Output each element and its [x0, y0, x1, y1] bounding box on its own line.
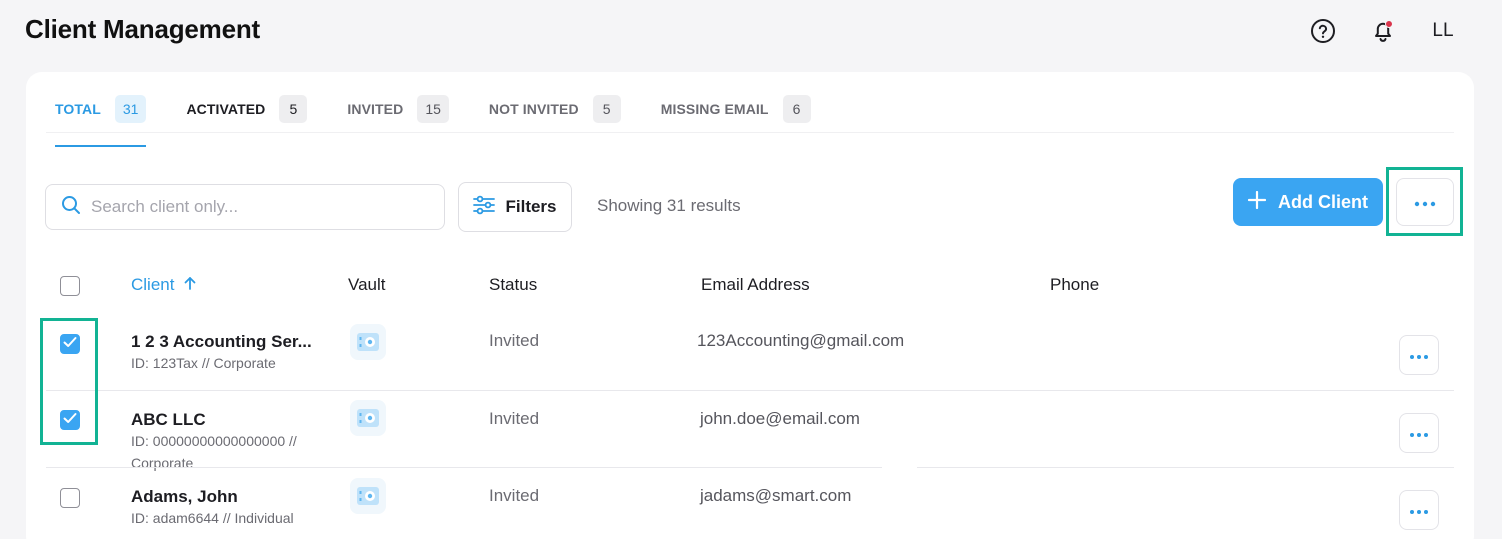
client-id: ID: 123Tax // Corporate — [131, 355, 276, 371]
row-divider — [46, 467, 882, 468]
select-all-checkbox[interactable] — [60, 276, 80, 296]
client-status: Invited — [489, 331, 540, 350]
tab-count: 5 — [592, 95, 621, 123]
tab-missing-email[interactable]: MISSING EMAIL 6 — [661, 87, 851, 131]
results-count: Showing 31 results — [597, 196, 741, 215]
check-icon — [63, 411, 77, 429]
column-header-email: Email Address — [701, 275, 810, 294]
tabs-divider — [46, 132, 1454, 133]
client-card: TOTAL 31 ACTIVATED 5 INVITED 15 NOT INVI… — [26, 72, 1474, 539]
client-email: 123Accounting@gmail.com — [697, 331, 905, 350]
header-actions: LL — [1308, 16, 1458, 46]
more-horizontal-icon — [1409, 503, 1429, 518]
more-horizontal-icon — [1409, 348, 1429, 363]
row-checkbox[interactable] — [60, 410, 80, 430]
tab-activated[interactable]: ACTIVATED 5 — [186, 87, 347, 131]
tab-count: 31 — [114, 95, 147, 123]
search-icon — [61, 195, 81, 220]
tab-label: INVITED — [347, 101, 404, 117]
tab-label: NOT INVITED — [488, 101, 579, 117]
row-divider — [46, 390, 1454, 391]
client-status: Invited — [489, 409, 540, 428]
search-box[interactable] — [45, 184, 445, 230]
table-row[interactable]: 1 2 3 Accounting Ser... ID: 123Tax // Co… — [46, 322, 1454, 390]
status-tabs: TOTAL 31 ACTIVATED 5 INVITED 15 NOT INVI… — [55, 87, 851, 147]
more-horizontal-icon — [1414, 195, 1436, 210]
tab-total[interactable]: TOTAL 31 — [55, 87, 186, 147]
tab-label: ACTIVATED — [186, 101, 266, 117]
arrow-up-icon — [184, 275, 196, 295]
tab-label: MISSING EMAIL — [660, 101, 769, 117]
user-avatar[interactable]: LL — [1428, 20, 1458, 42]
tab-count: 6 — [782, 95, 811, 123]
sliders-icon — [473, 195, 496, 220]
tab-count: 15 — [417, 95, 449, 123]
tab-not-invited[interactable]: NOT INVITED 5 — [489, 87, 661, 131]
column-header-client[interactable]: Client — [131, 275, 196, 295]
row-checkbox[interactable] — [60, 488, 80, 508]
client-name[interactable]: 1 2 3 Accounting Ser... — [131, 332, 312, 352]
vault-icon[interactable] — [350, 400, 386, 436]
bell-icon[interactable] — [1368, 16, 1398, 46]
tab-count: 5 — [279, 95, 308, 123]
add-client-label: Add Client — [1278, 191, 1368, 212]
row-divider — [917, 467, 1454, 468]
vault-icon[interactable] — [350, 324, 386, 360]
bulk-actions-button[interactable] — [1396, 178, 1454, 226]
client-name[interactable]: ABC LLC — [131, 410, 206, 430]
row-actions-button[interactable] — [1399, 335, 1439, 375]
table-row[interactable]: Adams, John ID: adam6644 // Individual I… — [46, 476, 1454, 536]
check-icon — [63, 335, 77, 353]
client-name[interactable]: Adams, John — [131, 487, 238, 507]
notification-dot — [1385, 20, 1393, 28]
client-email: jadams@smart.com — [700, 486, 852, 505]
row-checkbox[interactable] — [60, 334, 80, 354]
client-email: john.doe@email.com — [700, 409, 860, 428]
filters-label: Filters — [505, 197, 557, 216]
column-header-status: Status — [489, 275, 538, 294]
search-input[interactable] — [91, 197, 421, 217]
help-circle-icon[interactable] — [1308, 16, 1338, 46]
add-client-button[interactable]: Add Client — [1233, 178, 1383, 226]
tab-invited[interactable]: INVITED 15 — [347, 87, 489, 131]
vault-icon[interactable] — [350, 478, 386, 514]
row-actions-button[interactable] — [1399, 413, 1439, 453]
client-status: Invited — [489, 486, 540, 505]
row-actions-button[interactable] — [1399, 490, 1439, 530]
tab-label: TOTAL — [55, 101, 101, 117]
column-header-vault: Vault — [348, 275, 386, 294]
column-header-phone: Phone — [1050, 275, 1100, 294]
table-row[interactable]: ABC LLC ID: 00000000000000000 // Corpora… — [46, 398, 1454, 471]
column-label: Client — [131, 275, 175, 294]
more-horizontal-icon — [1409, 426, 1429, 441]
client-id: ID: adam6644 // Individual — [131, 510, 294, 526]
plus-icon — [1247, 190, 1267, 214]
filters-button[interactable]: Filters — [458, 182, 572, 232]
page-title: Client Management — [25, 14, 260, 44]
